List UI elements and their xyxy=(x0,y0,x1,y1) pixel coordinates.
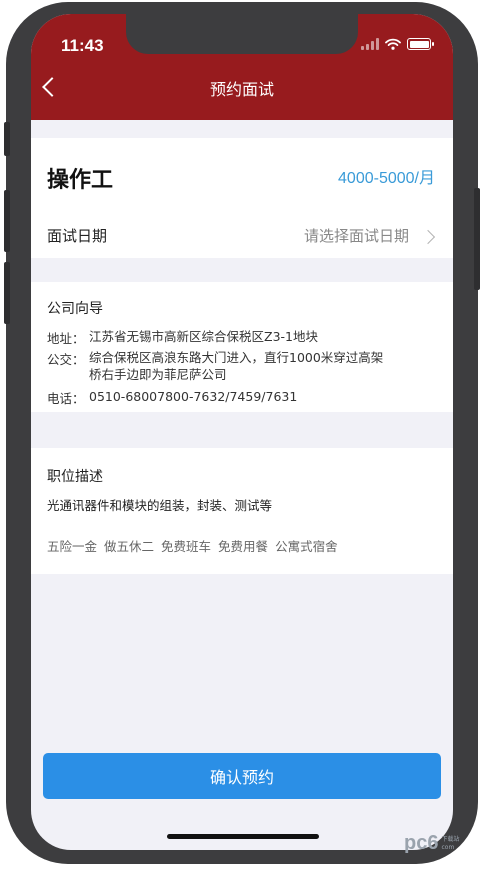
job-title: 操作工 xyxy=(47,168,114,193)
watermark-sub: 下载站 com xyxy=(441,835,460,851)
interview-date-picker[interactable]: 请选择面试日期 xyxy=(304,225,409,246)
watermark-logo: pc6 下载站 com xyxy=(404,832,459,855)
phone-label: 电话： xyxy=(47,391,85,406)
volume-down-button xyxy=(4,262,10,324)
address-value: 江苏省无锡市高新区综合保税区Z3-1地块 xyxy=(89,329,318,344)
job-description-title: 职位描述 xyxy=(47,469,103,485)
wifi-icon xyxy=(385,38,401,50)
job-description-text: 光通讯器件和模块的组装，封装、测试等 xyxy=(47,498,273,513)
benefit-tag: 五险一金 xyxy=(47,539,98,554)
interview-date-label: 面试日期 xyxy=(47,227,108,245)
confirm-appointment-button[interactable]: 确认预约 xyxy=(43,753,441,799)
power-button xyxy=(474,188,480,290)
phone-value: 0510-68007800-7632/7459/7631 xyxy=(89,389,298,404)
benefit-tag: 免费班车 xyxy=(161,539,212,554)
app-screen: 11:43 预约面试 操作工 4000-5000/月 面试日期 请选择面试日期 … xyxy=(31,14,453,850)
mute-switch xyxy=(4,122,10,156)
status-icons xyxy=(361,36,434,52)
benefit-tag: 做五休二 xyxy=(104,539,155,554)
home-indicator xyxy=(167,834,319,839)
device-notch xyxy=(126,14,358,54)
benefit-tag: 公寓式宿舍 xyxy=(275,539,338,554)
transit-label: 公交： xyxy=(47,352,85,367)
page-title: 预约面试 xyxy=(209,80,274,99)
battery-icon xyxy=(407,38,434,50)
company-guide-title: 公司向导 xyxy=(47,301,103,317)
status-time: 11:43 xyxy=(61,36,104,55)
signal-icon xyxy=(361,38,379,50)
benefit-tag: 免费用餐 xyxy=(218,539,269,554)
transit-value-line2: 桥右手边即为菲尼萨公司 xyxy=(89,367,227,382)
watermark-text: pc6 xyxy=(404,832,439,854)
volume-up-button xyxy=(4,190,10,252)
transit-value-line1: 综合保税区高浪东路大门进入，直行1000米穿过高架 xyxy=(89,350,384,365)
address-label: 地址： xyxy=(47,331,85,346)
benefit-tags: 五险一金 做五休二 免费班车 免费用餐 公寓式宿舍 xyxy=(47,536,338,555)
salary-label: 4000-5000/月 xyxy=(338,170,435,187)
